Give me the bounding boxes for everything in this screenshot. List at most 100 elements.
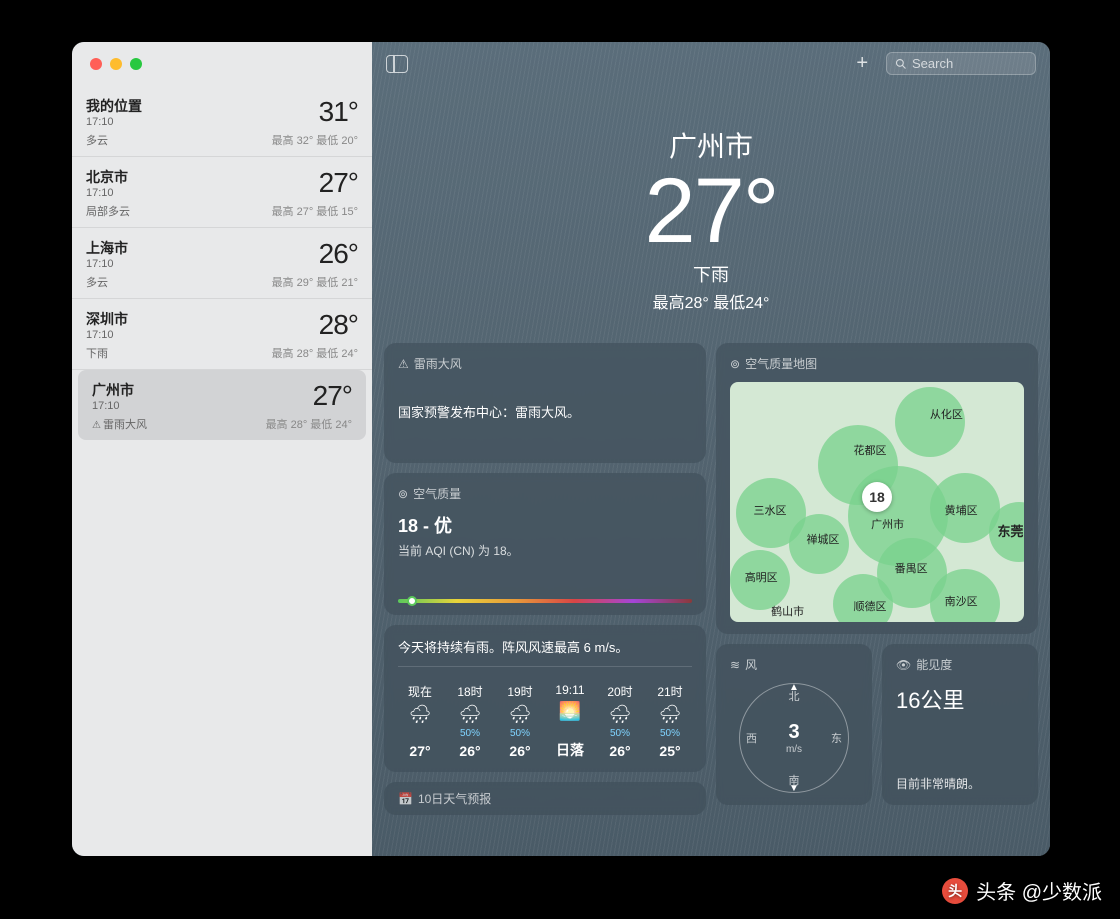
location-item[interactable]: 我的位置 17:10 多云 31° 最高 32° 最低 20°: [72, 86, 372, 157]
map-label: 从化区: [930, 406, 963, 422]
calendar-icon: 📅: [398, 792, 413, 806]
location-item[interactable]: 深圳市 17:10 下雨 28° 最高 28° 最低 24°: [72, 299, 372, 370]
hour-label: 19:11: [555, 683, 584, 697]
hour-column: 18时 🌧 50% 26°: [448, 683, 492, 760]
watermark: 头 头条 @少数派: [942, 876, 1102, 905]
visibility-card[interactable]: 👁 能见度 16公里 目前非常晴朗。: [882, 644, 1038, 805]
location-name: 深圳市: [86, 309, 128, 329]
hour-column: 现在 🌧 27°: [398, 683, 442, 760]
search-placeholder: Search: [912, 56, 953, 71]
location-item[interactable]: 广州市 17:10 雷雨大风 27° 最高 28° 最低 24°: [78, 370, 366, 440]
add-location-button[interactable]: +: [848, 52, 876, 75]
weather-icon: 🌧: [659, 704, 682, 724]
map-label: 番禺区: [895, 560, 928, 576]
hour-label: 19时: [507, 683, 532, 700]
location-condition: 多云: [86, 274, 128, 290]
hour-precipitation: 50%: [660, 728, 680, 739]
weather-alert-card[interactable]: ⚠ 雷雨大风 国家预警发布中心：雷雨大风。: [384, 343, 706, 463]
weather-icon: 🌅: [559, 701, 581, 721]
hour-temp: 25°: [659, 743, 680, 759]
hour-temp: 26°: [459, 743, 480, 759]
location-condition: 雷雨大风: [92, 416, 147, 432]
hour-precipitation: 50%: [460, 728, 480, 739]
location-temp: 27°: [272, 167, 358, 199]
hour-precipitation: [569, 725, 572, 736]
location-hilo: 最高 28° 最低 24°: [266, 416, 352, 432]
location-time: 17:10: [86, 187, 130, 199]
location-temp: 27°: [266, 380, 352, 412]
map-label: 东莞: [998, 521, 1024, 540]
aqi-map-title: ⊚ 空气质量地图: [730, 355, 1024, 372]
weather-app-window: 我的位置 17:10 多云 31° 最高 32° 最低 20° 北京市 17:1…: [72, 42, 1050, 856]
aqi-map[interactable]: 18 从化区 花都区 三水区 黄埔区 广州市 禅城区 东莞 高明区 番禺区 鹤山…: [730, 382, 1024, 622]
hour-column: 21时 🌧 50% 25°: [648, 683, 692, 760]
aqi-map-card[interactable]: ⊚ 空气质量地图 18: [716, 343, 1038, 634]
search-input[interactable]: Search: [886, 52, 1036, 75]
hourly-row: 现在 🌧 27° 18时 🌧 50% 26° 19时 🌧 50% 26° 19:…: [398, 683, 692, 760]
aqi-indicator-dot: [407, 596, 417, 606]
hour-precipitation: 50%: [510, 728, 530, 739]
search-icon: [895, 58, 907, 70]
forecast-title: 📅 10日天气预报: [398, 790, 692, 807]
warning-icon: ⚠: [398, 357, 409, 371]
map-label: 鹤山市: [771, 603, 804, 619]
eye-icon: 👁: [896, 658, 911, 672]
hour-temp: 26°: [609, 743, 630, 759]
alert-title: ⚠ 雷雨大风: [398, 355, 692, 372]
minimize-window-button[interactable]: [110, 58, 122, 70]
fullscreen-window-button[interactable]: [130, 58, 142, 70]
current-weather-hero: 广州市 27° 下雨 最高28° 最低24°: [372, 85, 1050, 343]
location-condition: 多云: [86, 132, 142, 148]
hour-label: 21时: [657, 683, 682, 700]
hour-precipitation: [419, 728, 422, 739]
toutiao-logo-icon: 头: [942, 878, 968, 904]
air-quality-card[interactable]: ⊚ 空气质量 18 - 优 当前 AQI (CN) 为 18。: [384, 473, 706, 615]
wind-title: ≋ 风: [730, 656, 858, 673]
location-item[interactable]: 北京市 17:10 局部多云 27° 最高 27° 最低 15°: [72, 157, 372, 228]
wind-card[interactable]: ≋ 风 ▲ 北 南 东 西 3 m/s ▼: [716, 644, 872, 805]
location-time: 17:10: [86, 329, 128, 341]
location-hilo: 最高 29° 最低 21°: [272, 274, 358, 290]
alert-body: 国家预警发布中心：雷雨大风。: [398, 382, 692, 451]
visibility-value: 16公里: [896, 683, 1024, 715]
location-list: 我的位置 17:10 多云 31° 最高 32° 最低 20° 北京市 17:1…: [72, 86, 372, 856]
location-hilo: 最高 28° 最低 24°: [272, 345, 358, 361]
location-temp: 31°: [272, 96, 358, 128]
aqi-title: ⊚ 空气质量: [398, 485, 692, 502]
hero-city: 广州市: [372, 125, 1050, 165]
hourly-forecast-card[interactable]: 今天将持续有雨。阵风风速最高 6 m/s。 现在 🌧 27° 18时 🌧 50%…: [384, 625, 706, 772]
window-controls: [72, 42, 372, 86]
visibility-title: 👁 能见度: [896, 656, 1024, 673]
sidebar: 我的位置 17:10 多云 31° 最高 32° 最低 20° 北京市 17:1…: [72, 42, 372, 856]
location-name: 广州市: [92, 380, 147, 400]
sidebar-toggle-icon[interactable]: [386, 55, 408, 73]
location-condition: 下雨: [86, 345, 128, 361]
close-window-button[interactable]: [90, 58, 102, 70]
map-label: 花都区: [853, 442, 886, 458]
location-hilo: 最高 32° 最低 20°: [272, 132, 358, 148]
hero-temperature: 27°: [372, 165, 1050, 257]
cards-grid: ⚠ 雷雨大风 国家预警发布中心：雷雨大风。 ⊚ 空气质量 18 - 优 当前 A…: [372, 343, 1050, 827]
hour-column: 20时 🌧 50% 26°: [598, 683, 642, 760]
hour-temp: 27°: [409, 743, 430, 759]
visibility-description: 目前非常晴朗。: [896, 775, 1024, 792]
wind-unit: m/s: [786, 744, 802, 755]
location-item[interactable]: 上海市 17:10 多云 26° 最高 29° 最低 21°: [72, 228, 372, 299]
location-temp: 26°: [272, 238, 358, 270]
map-label: 禅城区: [806, 531, 839, 547]
hour-column: 19:11 🌅 日落: [548, 683, 592, 760]
wind-compass: ▲ 北 南 东 西 3 m/s ▼: [739, 683, 849, 793]
map-icon: ⊚: [730, 357, 740, 371]
compass-north: 北: [789, 688, 800, 704]
ten-day-forecast-card[interactable]: 📅 10日天气预报: [384, 782, 706, 815]
map-label: 南沙区: [945, 593, 978, 609]
main-panel: + Search 广州市 27° 下雨 最高28° 最低24° ⚠ 雷雨大风 国…: [372, 42, 1050, 856]
compass-east: 东: [831, 730, 842, 746]
hour-precipitation: 50%: [610, 728, 630, 739]
aqi-map-center-value: 18: [862, 482, 892, 512]
map-label: 顺德区: [853, 598, 886, 614]
weather-icon: 🌧: [409, 704, 432, 724]
hour-temp: 日落: [556, 740, 584, 760]
location-name: 上海市: [86, 238, 128, 258]
map-label: 三水区: [754, 502, 787, 518]
